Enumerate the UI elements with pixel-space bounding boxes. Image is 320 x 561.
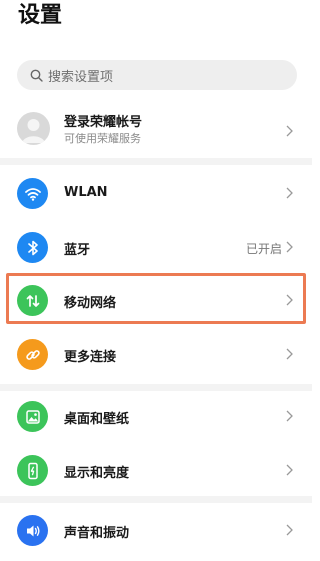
chevron-right-icon — [284, 409, 294, 423]
settings-item-wlan[interactable]: WLAN — [0, 170, 312, 216]
bluetooth-icon — [17, 232, 48, 263]
chevron-right-icon — [284, 293, 294, 307]
chevron-right-icon — [284, 523, 294, 537]
settings-page: 设置 搜索设置项 登录荣耀帐号 可使用荣耀服务 WLAN 蓝牙 已开启 移动网络… — [0, 0, 312, 561]
account-subtitle: 可使用荣耀服务 — [64, 132, 141, 145]
settings-item-label: 显示和亮度 — [64, 466, 130, 481]
search-bar[interactable]: 搜索设置项 — [17, 60, 297, 90]
search-placeholder: 搜索设置项 — [48, 69, 114, 85]
settings-item-display-brightness[interactable]: 显示和亮度 — [0, 447, 312, 493]
settings-item-bluetooth[interactable]: 蓝牙 已开启 — [0, 224, 312, 270]
avatar-icon — [17, 112, 50, 145]
account-login-row[interactable]: 登录荣耀帐号 可使用荣耀服务 — [0, 112, 312, 148]
display-icon — [17, 455, 48, 486]
section-divider — [0, 158, 312, 165]
chevron-right-icon — [284, 240, 294, 254]
sound-icon — [17, 515, 48, 546]
search-icon — [29, 68, 43, 82]
chevron-right-icon — [284, 347, 294, 361]
link-icon — [17, 339, 48, 370]
bluetooth-status: 已开启 — [245, 242, 282, 256]
chevron-right-icon — [284, 463, 294, 477]
page-title: 设置 — [18, 3, 63, 28]
wallpaper-icon — [17, 401, 48, 432]
settings-item-label: 更多连接 — [64, 350, 117, 365]
chevron-right-icon — [284, 186, 294, 200]
settings-item-sound-vibration[interactable]: 声音和振动 — [0, 507, 312, 553]
wifi-icon — [17, 178, 48, 209]
settings-item-label: WLAN — [64, 185, 108, 200]
mobile-data-icon — [17, 285, 48, 316]
settings-item-label: 蓝牙 — [64, 243, 91, 258]
section-divider — [0, 384, 312, 391]
settings-item-mobile-network[interactable]: 移动网络 — [0, 278, 312, 324]
section-divider — [0, 496, 312, 503]
settings-item-label: 桌面和壁纸 — [64, 412, 130, 427]
chevron-right-icon — [284, 124, 294, 138]
account-title: 登录荣耀帐号 — [64, 115, 143, 130]
settings-item-label: 移动网络 — [64, 296, 117, 311]
settings-item-label: 声音和振动 — [64, 526, 130, 541]
settings-item-desktop-wallpaper[interactable]: 桌面和壁纸 — [0, 393, 312, 439]
settings-item-more-connections[interactable]: 更多连接 — [0, 331, 312, 377]
